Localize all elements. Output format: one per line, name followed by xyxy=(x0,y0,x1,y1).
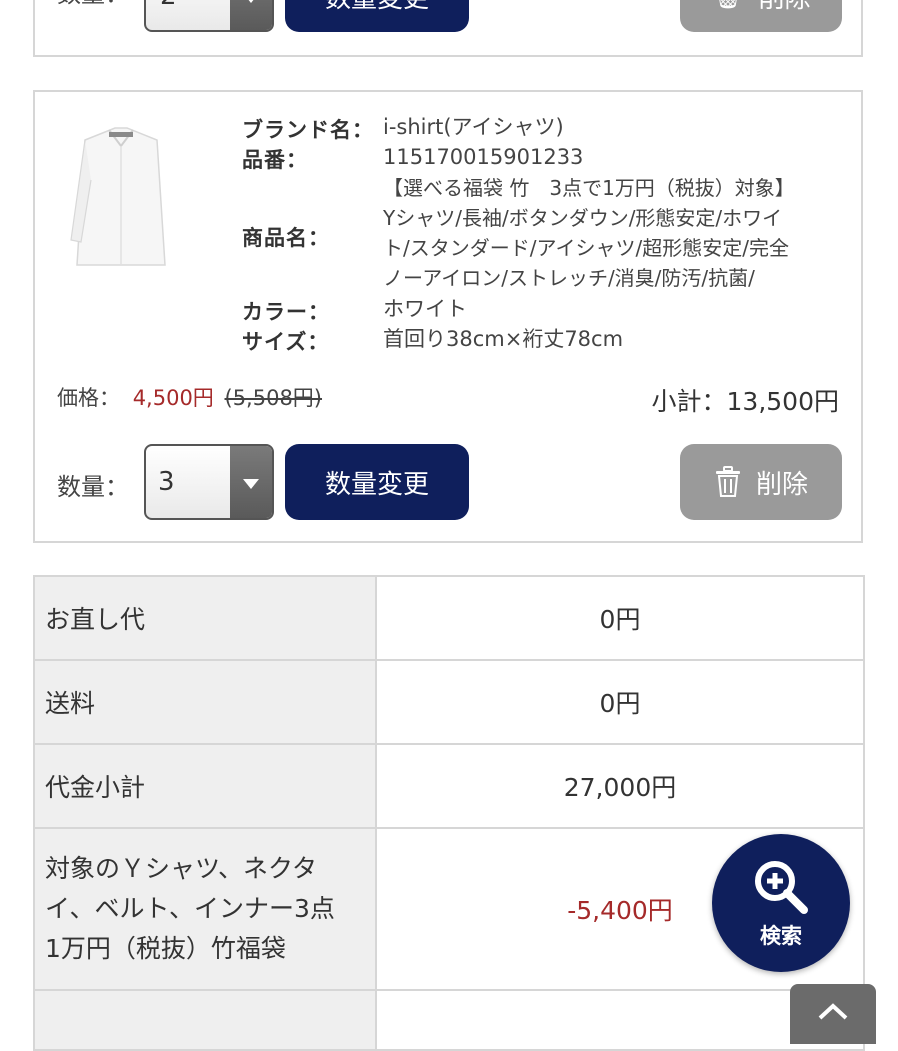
update-quantity-label: 数量変更 xyxy=(324,469,429,500)
delete-button[interactable]: 🗑 削除 xyxy=(680,0,842,32)
quantity-select[interactable]: 3 xyxy=(144,444,274,520)
table-row: お直し代 0円 xyxy=(33,575,865,661)
product-code-value: 115170015901233 xyxy=(383,145,584,169)
product-code-label: 品番： xyxy=(242,148,308,172)
trash-icon: 🗑 xyxy=(711,0,744,11)
product-image[interactable] xyxy=(65,120,177,278)
quantity-label: 数量： xyxy=(57,473,129,501)
summary-label: 送料 xyxy=(33,659,377,745)
color-value: ホワイト xyxy=(383,297,467,321)
product-name-line: Yシャツ/長袖/ボタンダウン/形態安定/ホワイ xyxy=(383,206,783,230)
zoom-in-icon xyxy=(755,861,808,914)
cart-item-previous: 数量： 2 数量変更 🗑 削除 xyxy=(33,0,863,57)
quantity-select[interactable]: 2 xyxy=(144,0,274,32)
order-summary-table: お直し代 0円 送料 0円 代金小計 27,000円 対象のＹシャツ、ネクタ イ… xyxy=(33,575,865,1051)
quantity-label: 数量： xyxy=(57,0,129,9)
search-button-label: 検索 xyxy=(760,924,802,948)
price-row: 価格： 4,500円 (5,508円) xyxy=(57,382,322,412)
summary-label-line: 対象のＹシャツ、ネクタ xyxy=(45,854,318,883)
cart-item: ブランド名： i-shirt(アイシャツ) 品番： 11517001590123… xyxy=(33,90,863,543)
summary-value: 27,000円 xyxy=(375,743,865,829)
quantity-value: 2 xyxy=(160,0,177,11)
table-row: 送料 0円 xyxy=(33,659,865,745)
summary-label: 代金小計 xyxy=(33,743,377,829)
summary-value: 0円 xyxy=(375,659,865,745)
summary-label: お直し代 xyxy=(33,575,377,661)
summary-value: 0円 xyxy=(375,575,865,661)
brand-label: ブランド名： xyxy=(242,118,374,142)
product-name-label: 商品名： xyxy=(242,226,330,250)
item-subtotal: 小計：13,500円 xyxy=(651,387,839,416)
summary-label xyxy=(33,989,377,1051)
chevron-down-icon xyxy=(230,446,272,518)
quantity-value: 3 xyxy=(158,467,175,497)
price-value: 4,500円 xyxy=(132,386,214,410)
search-button[interactable]: 検索 xyxy=(712,834,850,972)
price-label: 価格： xyxy=(57,386,120,410)
table-row: 代金小計 27,000円 xyxy=(33,743,865,829)
update-quantity-button[interactable]: 数量変更 xyxy=(285,444,469,520)
brand-value: i-shirt(アイシャツ) xyxy=(383,115,564,139)
original-price: (5,508円) xyxy=(224,386,323,410)
product-name-line: ト/スタンダード/アイシャツ/超形態安定/完全 xyxy=(383,236,789,260)
back-to-top-button[interactable] xyxy=(790,984,876,1044)
summary-label: 対象のＹシャツ、ネクタ イ、ベルト、インナー3点 1万円（税抜）竹福袋 xyxy=(33,827,377,991)
product-name-line: ノーアイロン/ストレッチ/消臭/防汚/抗菌/ xyxy=(383,266,755,290)
chevron-down-icon xyxy=(230,0,272,30)
summary-label-line: 1万円（税抜）竹福袋 xyxy=(45,934,286,963)
product-name-value: 【選べる福袋 竹 3点で1万円（税抜）対象】 Yシャツ/長袖/ボタンダウン/形態… xyxy=(383,173,853,293)
table-row xyxy=(33,989,865,1051)
size-label: サイズ： xyxy=(242,330,330,354)
delete-label: 削除 xyxy=(755,469,808,500)
chevron-up-icon xyxy=(818,1003,848,1020)
size-value: 首回り38cm×裄丈78cm xyxy=(383,327,624,351)
delete-button[interactable]: 削除 xyxy=(680,444,842,520)
summary-label-line: イ、ベルト、インナー3点 xyxy=(45,894,335,923)
shirt-icon xyxy=(65,120,177,278)
product-name-line: 【選べる福袋 竹 3点で1万円（税抜）対象】 xyxy=(383,176,795,200)
trash-icon xyxy=(715,466,740,497)
update-quantity-button[interactable]: 数量変更 xyxy=(285,0,469,32)
color-label: カラー： xyxy=(242,300,330,324)
